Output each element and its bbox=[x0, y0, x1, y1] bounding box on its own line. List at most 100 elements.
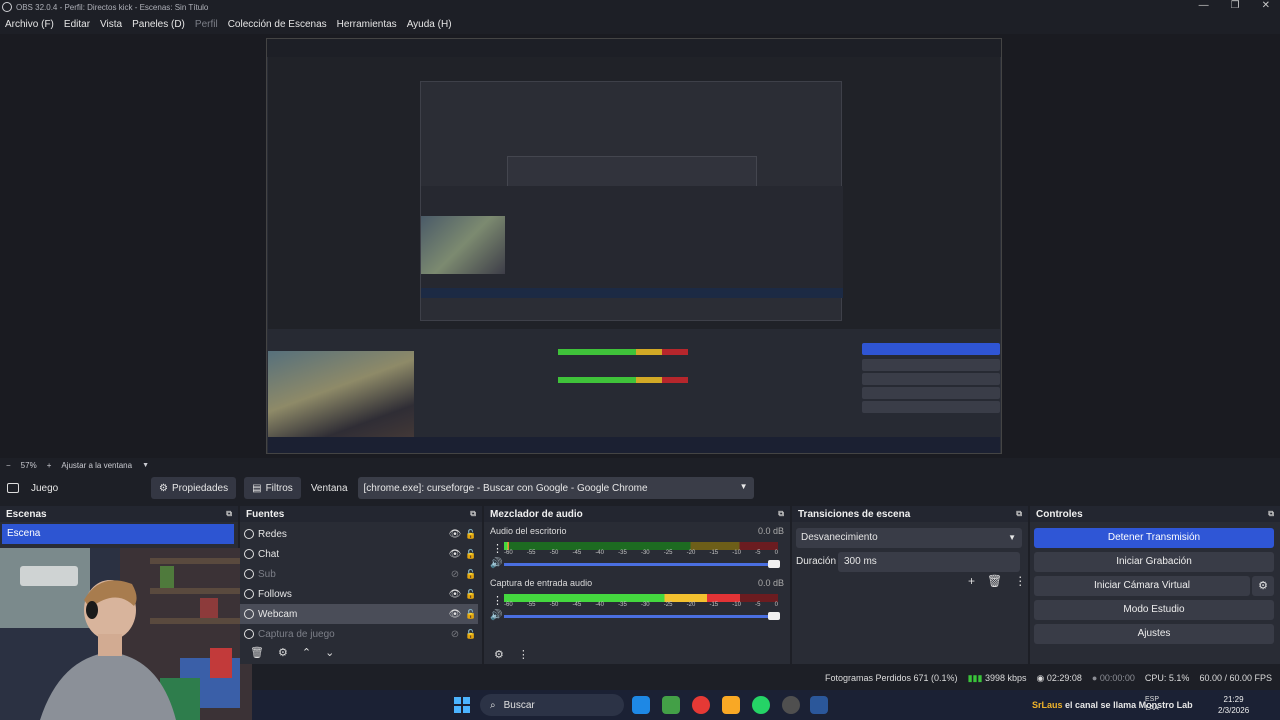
mixer-footer: ⚙ ⋮ bbox=[484, 644, 790, 664]
preview-nested-capture bbox=[266, 38, 1002, 454]
eye-icon[interactable]: 👁 bbox=[446, 609, 464, 620]
source-item-webcam[interactable]: Webcam 👁 🔓 bbox=[240, 604, 478, 624]
meter-tick-label: -35 bbox=[618, 550, 627, 556]
trash-icon[interactable]: 🗑 bbox=[987, 574, 1002, 588]
meter-ticks: -60 -55 -50 -45 -40 -35 -30 -25 -20 -15 -10 -5 0 bbox=[504, 550, 778, 556]
properties-button[interactable]: ⚙ Propiedades bbox=[151, 477, 237, 499]
chrome-icon[interactable] bbox=[692, 696, 710, 714]
window-select[interactable]: [chrome.exe]: curseforge - Buscar con Go… bbox=[357, 477, 754, 499]
lock-icon[interactable]: 🔓 bbox=[464, 569, 478, 580]
eye-icon[interactable]: 👁 bbox=[446, 549, 464, 560]
eye-icon[interactable]: 👁 bbox=[446, 529, 464, 540]
speaker-icon[interactable]: 🔊 bbox=[490, 610, 502, 621]
virtual-cam-settings-icon[interactable]: ⚙ bbox=[1252, 576, 1274, 596]
meter-tick-label: -30 bbox=[640, 550, 650, 556]
move-up-icon[interactable]: ⌃ bbox=[302, 646, 311, 659]
speaker-icon[interactable]: 🔊 bbox=[490, 558, 502, 569]
channel-name: Captura de entrada audio bbox=[490, 578, 593, 588]
zoom-dropdown-icon[interactable]: ▼ bbox=[142, 462, 149, 469]
meter-tick-label: -20 bbox=[686, 550, 696, 556]
maximize-button[interactable]: ❐ bbox=[1231, 0, 1240, 11]
eye-slash-icon[interactable]: ⊘ bbox=[446, 569, 464, 580]
dock-float-icon[interactable]: ⧉ bbox=[470, 509, 476, 519]
filters-button[interactable]: ▤ Filtros bbox=[244, 477, 301, 499]
source-item-redes[interactable]: Redes 👁 🔓 bbox=[240, 524, 478, 544]
minecraft-icon[interactable] bbox=[662, 696, 680, 714]
menu-herramientas[interactable]: Herramientas bbox=[332, 19, 402, 30]
lock-icon[interactable]: 🔓 bbox=[464, 589, 478, 600]
obs-logo-icon bbox=[2, 2, 12, 12]
add-icon[interactable]: + bbox=[968, 574, 975, 588]
menu-vista[interactable]: Vista bbox=[95, 19, 127, 30]
studio-mode-button[interactable]: Modo Estudio bbox=[1034, 600, 1274, 620]
channel-menu-icon[interactable]: ⋮ bbox=[492, 542, 503, 555]
rec-time: ● 00:00:00 bbox=[1092, 673, 1135, 683]
close-button[interactable]: ✕ bbox=[1262, 0, 1270, 11]
advanced-audio-icon[interactable]: ⚙ bbox=[494, 648, 504, 661]
dock-float-icon[interactable]: ⧉ bbox=[1016, 509, 1022, 519]
start-virtual-cam-button[interactable]: Iniciar Cámara Virtual bbox=[1034, 576, 1250, 596]
source-item-follows[interactable]: Follows 👁 🔓 bbox=[240, 584, 478, 604]
language-indicator[interactable]: ESP LAA bbox=[1145, 695, 1159, 713]
mixer-menu-icon[interactable]: ⋮ bbox=[518, 648, 529, 661]
menu-icon[interactable]: ⋮ bbox=[1014, 574, 1026, 588]
menu-perfil[interactable]: Perfil bbox=[190, 19, 223, 30]
volume-slider-desktop[interactable] bbox=[504, 560, 780, 568]
channel-name: Audio del escritorio bbox=[490, 526, 567, 536]
clock-time: 21:29 bbox=[1223, 695, 1244, 704]
chevron-down-icon: ▼ bbox=[739, 482, 748, 491]
bitrate: ▮▮▮ 3998 kbps bbox=[968, 673, 1027, 684]
fps: 60.00 / 60.00 FPS bbox=[1199, 673, 1272, 683]
edge-icon[interactable] bbox=[632, 696, 650, 714]
volume-slider-mic[interactable] bbox=[504, 612, 780, 620]
taskbar-search[interactable]: ⌕ Buscar bbox=[480, 694, 624, 716]
zoom-in-button[interactable]: + bbox=[47, 461, 52, 470]
menu-editar[interactable]: Editar bbox=[59, 19, 95, 30]
fit-window-option[interactable]: Ajustar a la ventana bbox=[61, 461, 132, 470]
meter-tick-label: -45 bbox=[572, 550, 582, 556]
source-item-chat[interactable]: Chat 👁 🔓 bbox=[240, 544, 478, 564]
signal-icon: ▮▮▮ bbox=[967, 672, 983, 683]
meter-tick-label: 0 bbox=[774, 602, 778, 608]
lock-icon[interactable]: 🔓 bbox=[464, 529, 478, 540]
dock-float-icon[interactable]: ⧉ bbox=[1268, 509, 1274, 519]
scene-item[interactable]: Escena bbox=[2, 524, 234, 544]
dock-float-icon[interactable]: ⧉ bbox=[226, 509, 232, 519]
file-explorer-icon[interactable] bbox=[722, 696, 740, 714]
stop-stream-button[interactable]: Detener Transmisión bbox=[1034, 528, 1274, 548]
word-icon[interactable] bbox=[810, 696, 828, 714]
channel-menu-icon[interactable]: ⋮ bbox=[492, 594, 503, 607]
source-item-captura-juego[interactable]: Captura de juego ⊘ 🔓 bbox=[240, 624, 478, 644]
gear-icon[interactable]: ⚙ bbox=[278, 646, 288, 659]
transition-select[interactable]: Desvanecimiento ▼ bbox=[796, 528, 1022, 548]
meter-tick-label: -25 bbox=[663, 602, 673, 608]
minimize-button[interactable]: — bbox=[1199, 0, 1209, 11]
lock-icon[interactable]: 🔓 bbox=[464, 629, 478, 640]
source-label: Captura de juego bbox=[258, 628, 335, 640]
duration-input[interactable]: 300 ms bbox=[838, 552, 1020, 572]
menu-coleccion-escenas[interactable]: Colección de Escenas bbox=[223, 19, 332, 30]
lang-code: ESP bbox=[1145, 696, 1160, 703]
lock-icon[interactable]: 🔓 bbox=[464, 609, 478, 620]
eye-icon[interactable]: 👁 bbox=[446, 589, 464, 600]
move-down-icon[interactable]: ⌄ bbox=[325, 646, 334, 659]
menu-paneles[interactable]: Paneles (D) bbox=[127, 19, 190, 30]
settings-button[interactable]: Ajustes bbox=[1034, 624, 1274, 644]
dock-float-icon[interactable]: ⧉ bbox=[778, 509, 784, 519]
windows-start-icon[interactable] bbox=[454, 697, 470, 713]
menu-ayuda[interactable]: Ayuda (H) bbox=[402, 19, 457, 30]
trash-icon[interactable]: 🗑 bbox=[250, 646, 264, 659]
obs-taskbar-icon[interactable] bbox=[782, 696, 800, 714]
eye-slash-icon[interactable]: ⊘ bbox=[446, 629, 464, 640]
sources-footer: 🗑 ⚙ ⌃ ⌄ bbox=[240, 642, 482, 662]
start-recording-button[interactable]: Iniciar Grabación bbox=[1034, 552, 1274, 572]
lock-icon[interactable]: 🔓 bbox=[464, 549, 478, 560]
source-item-sub[interactable]: Sub ⊘ 🔓 bbox=[240, 564, 478, 584]
zoom-bar: − 57% + Ajustar a la ventana ▼ bbox=[0, 458, 1280, 472]
taskbar-clock[interactable]: 21:29 2/3/2026 bbox=[1218, 694, 1249, 716]
whatsapp-icon[interactable] bbox=[752, 696, 770, 714]
menu-archivo[interactable]: Archivo (F) bbox=[0, 19, 59, 30]
zoom-out-button[interactable]: − bbox=[6, 461, 11, 470]
zoom-level: 57% bbox=[20, 460, 37, 470]
window-title: OBS 32.0.4 - Perfil: Directos kick - Esc… bbox=[16, 2, 209, 12]
